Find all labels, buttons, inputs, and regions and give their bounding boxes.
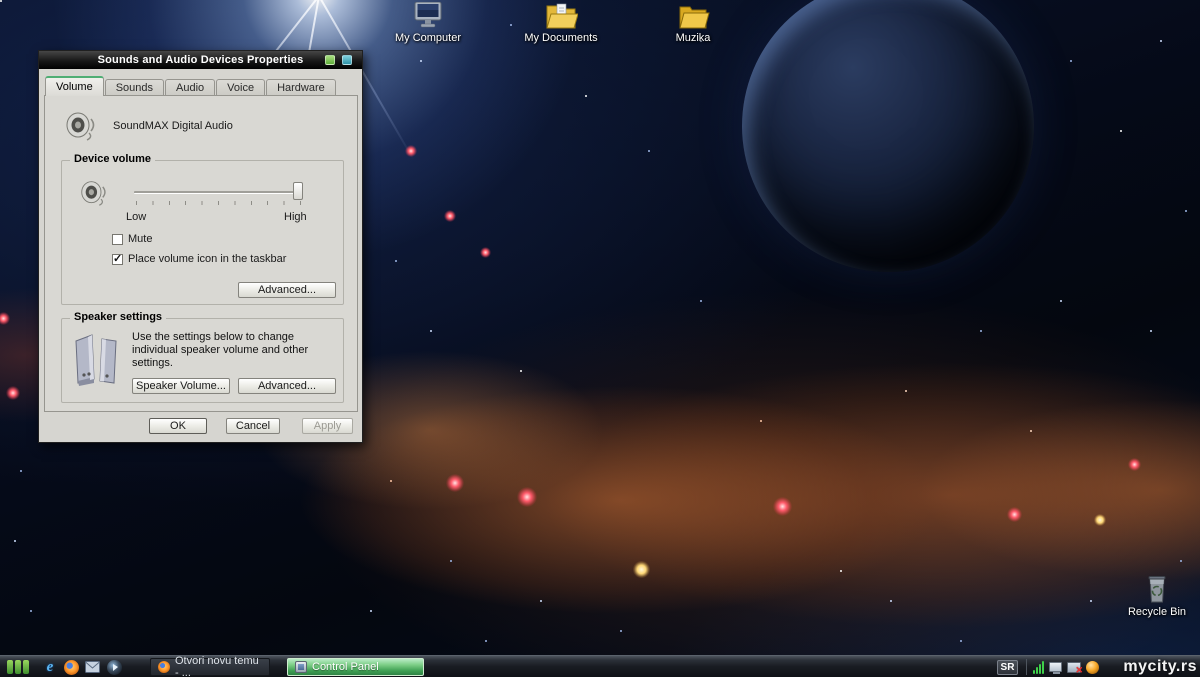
mail-icon[interactable] [84,659,100,675]
recycle-bin-icon [1145,574,1169,604]
device-volume-group: Device volume Low High Mute [61,160,344,305]
tab-sounds[interactable]: Sounds [105,79,164,96]
taskbar-icon-checkbox[interactable] [112,254,123,265]
firefox-icon [158,661,170,673]
red-star-glow [1128,458,1141,471]
ok-button[interactable]: OK [149,418,207,434]
speaker-advanced-button[interactable]: Advanced... [238,378,336,394]
internet-explorer-icon[interactable]: e [42,659,58,675]
start-icon [23,660,29,674]
mute-row: Mute [112,233,152,245]
firefox-icon-glyph [64,660,79,675]
desktop-icon-label: My Documents [519,32,603,44]
tab-voice[interactable]: Voice [216,79,265,96]
dialog-title: Sounds and Audio Devices Properties [98,54,304,66]
taskbar-task-control-panel[interactable]: Control Panel [287,658,424,676]
speaker-icon-small [80,179,108,207]
slider-high-label: High [284,211,307,223]
help-button[interactable] [325,55,335,65]
volume-slider-track[interactable] [134,191,302,194]
signal-strength-icon[interactable] [1033,661,1044,674]
control-panel-icon [295,661,307,673]
start-icon [15,660,21,674]
speaker-settings-description: Use the settings below to change individ… [132,331,338,370]
my-computer-icon [412,2,444,30]
desktop-icon-my-documents[interactable]: My Documents [519,2,603,44]
speaker-settings-group: Speaker settings Use the settings below … [61,318,344,403]
yellow-star-glow [633,561,650,578]
taskbar-task-firefox[interactable]: Otvori novu temu - ... [150,658,270,676]
speaker-volume-button[interactable]: Speaker Volume... [132,378,230,394]
system-tray: SR [997,656,1200,677]
red-star-glow [1007,507,1022,522]
red-star-glow [773,497,792,516]
tab-hardware[interactable]: Hardware [266,79,336,96]
mute-label: Mute [128,233,152,245]
desktop-icon-recycle-bin[interactable]: Recycle Bin [1115,574,1199,618]
slider-ticks [136,201,302,205]
speakers-image [70,331,126,391]
group-label: Device volume [70,153,155,165]
desktop-icon-my-computer[interactable]: My Computer [386,2,470,44]
device-advanced-button[interactable]: Advanced... [238,282,336,298]
mute-checkbox[interactable] [112,234,123,245]
volume-tab-page: SoundMAX Digital Audio Device volume Low… [44,95,358,412]
task-label: Control Panel [312,661,379,673]
device-row: SoundMAX Digital Audio [65,110,233,142]
speaker-icon [65,110,97,142]
cancel-button[interactable]: Cancel [226,418,280,434]
folder-icon [676,2,710,30]
task-label: Otvori novu temu - ... [175,655,262,677]
desktop-icon-label: Muzika [651,32,735,44]
apply-button[interactable]: Apply [302,418,353,434]
tab-volume[interactable]: Volume [45,76,104,96]
taskbar-icon-row: Place volume icon in the taskbar [112,253,286,265]
close-button[interactable] [342,55,352,65]
media-player-icon[interactable] [106,659,122,675]
red-star-glow [444,210,456,222]
firefox-icon[interactable] [63,659,79,675]
device-name: SoundMAX Digital Audio [113,120,233,132]
taskbar: e Otvori novu temu - ... Control Panel S… [0,655,1200,677]
desktop-icon-label: Recycle Bin [1115,606,1199,618]
red-star-glow [517,487,537,507]
red-star-glow [405,145,417,157]
group-label: Speaker settings [70,311,166,323]
mail-icon-glyph [85,661,100,673]
planet-image [742,0,1034,272]
sounds-audio-properties-dialog: Sounds and Audio Devices Properties Volu… [38,50,363,443]
red-star-glow [480,247,491,258]
red-star-glow [6,386,20,400]
desktop-icon-label: My Computer [386,32,470,44]
start-icon [7,660,13,674]
tab-audio[interactable]: Audio [165,79,215,96]
yellow-star-glow [1094,514,1106,526]
media-player-icon-glyph [107,660,122,675]
my-documents-icon [544,2,578,30]
slider-low-label: Low [126,211,146,223]
network-disconnected-icon[interactable] [1067,662,1081,673]
dialog-tabs: Volume Sounds Audio Voice Hardware [45,77,337,96]
red-star-glow [446,474,464,492]
taskbar-icon-label: Place volume icon in the taskbar [128,253,286,265]
desktop-icon-muzika[interactable]: Muzika [651,2,735,44]
display-volume-icon[interactable] [1049,662,1062,672]
volume-slider-thumb[interactable] [293,182,303,200]
language-indicator[interactable]: SR [997,660,1018,675]
dialog-titlebar[interactable]: Sounds and Audio Devices Properties [39,51,362,69]
tray-separator [1026,659,1027,675]
red-star-glow [0,312,10,325]
screen: My Computer My Documents Muzika Recycle … [0,0,1200,677]
start-button[interactable] [7,660,33,674]
star-field [0,0,2,2]
application-tray-icon[interactable] [1086,661,1099,674]
